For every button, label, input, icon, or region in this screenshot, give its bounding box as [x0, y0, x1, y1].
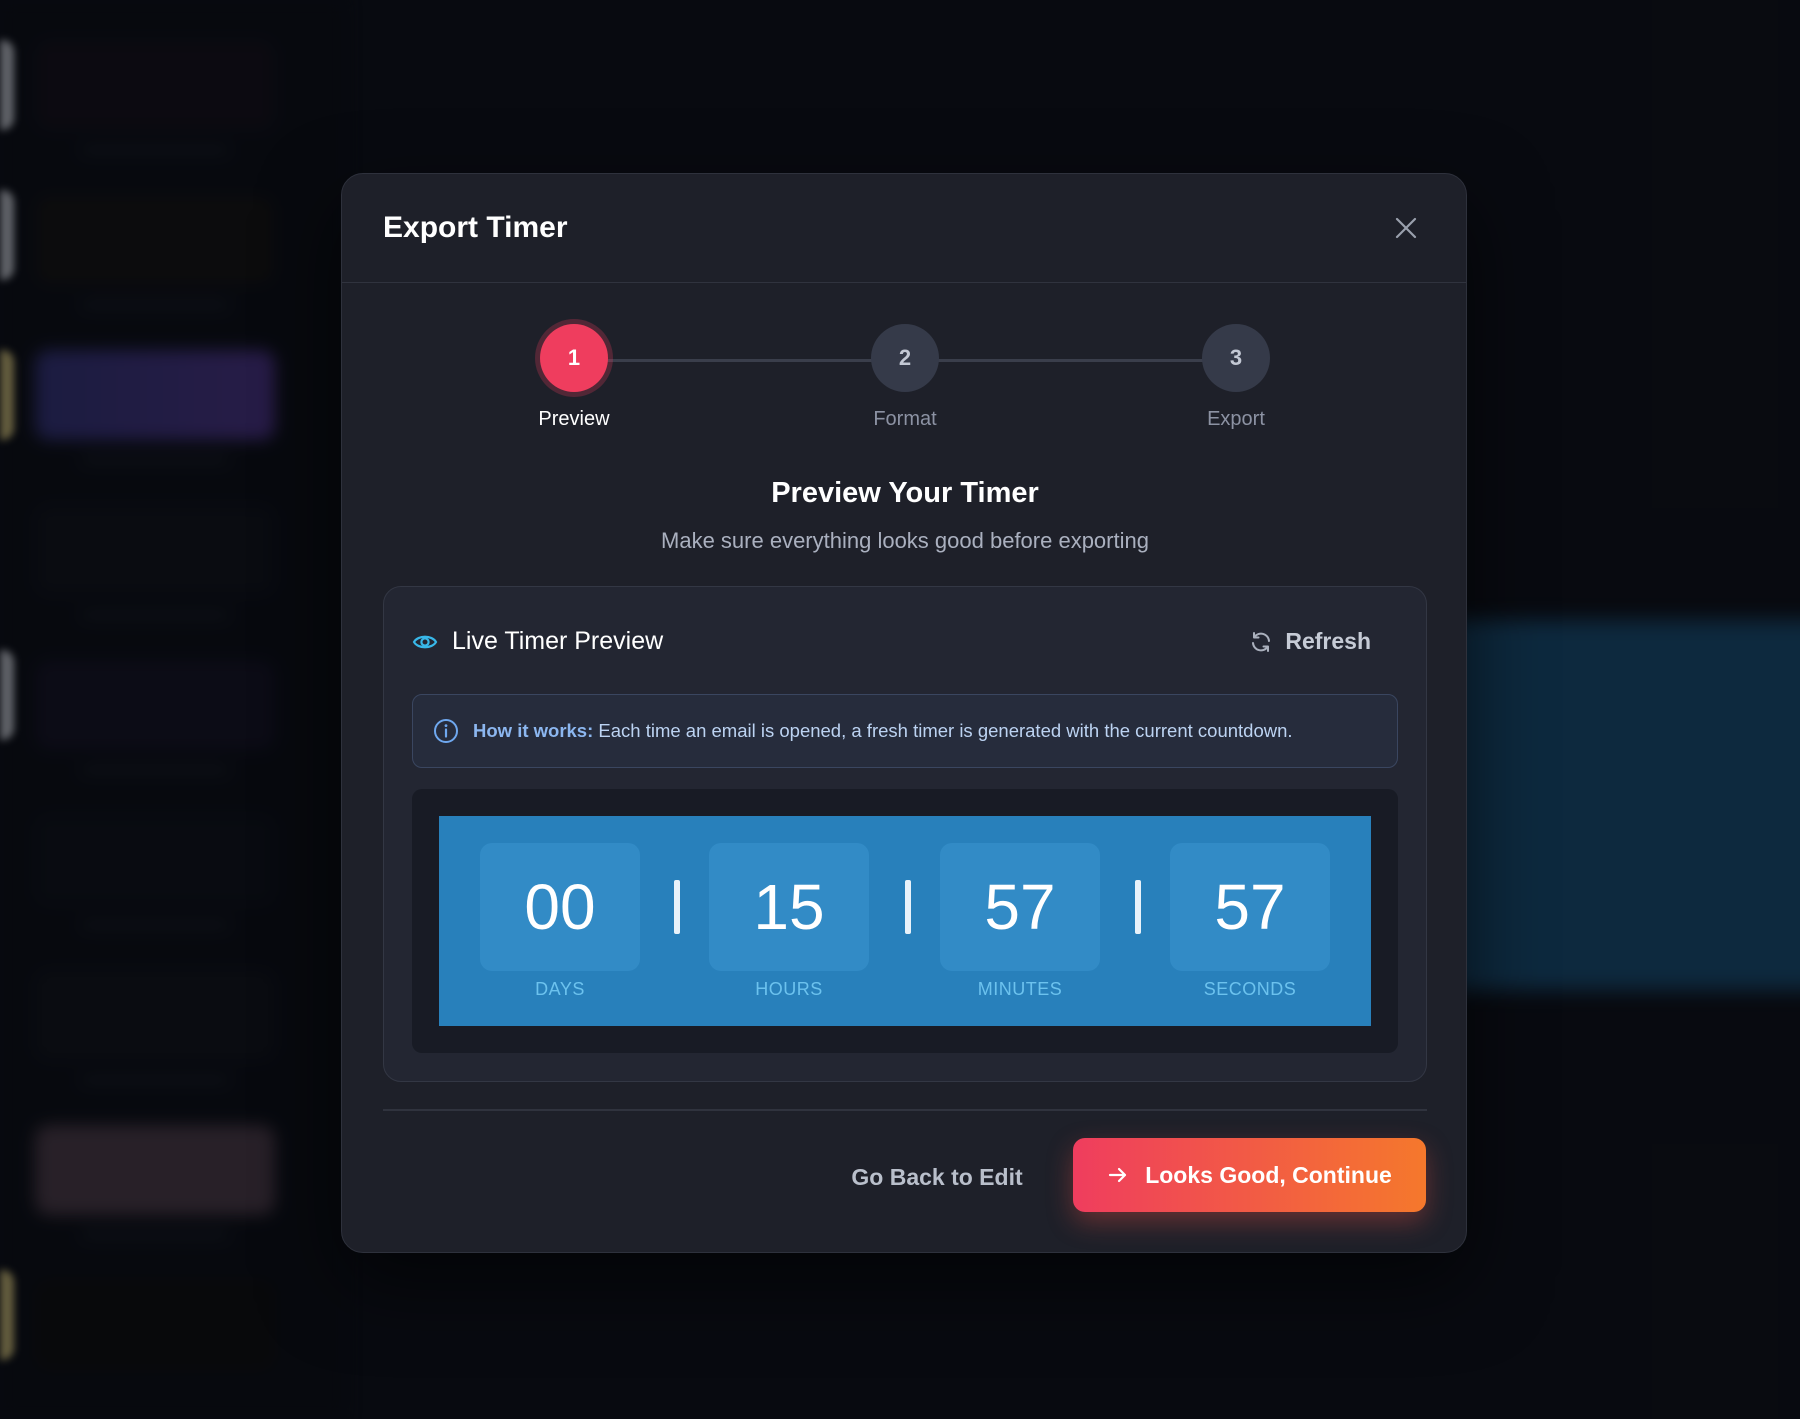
- timer-separator: [674, 880, 680, 934]
- arrow-right-icon: [1109, 1167, 1127, 1183]
- preview-header: Live Timer Preview Refresh: [412, 627, 1371, 656]
- modal-title: Export Timer: [383, 211, 568, 244]
- timer-value-minutes: 57: [940, 843, 1100, 971]
- timer-value-seconds: 57: [1170, 843, 1330, 971]
- section-subtitle: Make sure everything looks good before e…: [661, 528, 1149, 553]
- step-preview: 1 Preview: [494, 324, 654, 431]
- step-export: 3 Export: [1156, 324, 1316, 431]
- info-body: Each time an email is opened, a fresh ti…: [593, 720, 1293, 741]
- refresh-button[interactable]: Refresh: [1249, 628, 1371, 655]
- timer-label-hours: HOURS: [755, 979, 823, 999]
- timer-label-minutes: MINUTES: [977, 979, 1063, 999]
- step-number: 1: [540, 324, 608, 392]
- preview-title: Live Timer Preview: [452, 627, 664, 655]
- step-label: Preview: [538, 408, 610, 430]
- timer-label-seconds: SECONDS: [1203, 979, 1297, 999]
- timer-unit-hours: 15 HOURS: [709, 843, 869, 1000]
- close-icon: [1395, 217, 1417, 239]
- refresh-label: Refresh: [1285, 628, 1371, 654]
- go-back-button[interactable]: Go Back to Edit: [837, 1142, 1037, 1212]
- step-label: Format: [873, 408, 937, 430]
- timer-value-hours: 15: [709, 843, 869, 971]
- export-timer-modal: Export Timer 1 Preview 2 Format 3 Export…: [341, 173, 1467, 1253]
- stepper: 1 Preview 2 Format 3 Export: [342, 324, 1468, 444]
- info-label: How it works:: [473, 720, 594, 741]
- info-message: How it works: Each time an email is open…: [473, 720, 1293, 742]
- section-title: Preview Your Timer: [771, 477, 1039, 509]
- timer-unit-minutes: 57 MINUTES: [940, 843, 1100, 1000]
- live-preview-card: Live Timer Preview Refresh How it works:…: [383, 586, 1427, 1082]
- modal-header: Export Timer: [342, 174, 1466, 283]
- timer-unit-days: 00 DAYS: [480, 843, 640, 1000]
- timer-frame: 00 DAYS 15 HOURS 57 MINUTES 57 SECONDS: [412, 789, 1398, 1053]
- timer-value-days: 00: [480, 843, 640, 971]
- step-format: 2 Format: [825, 324, 985, 431]
- step-number: 3: [1202, 324, 1270, 392]
- close-button[interactable]: [1386, 208, 1426, 248]
- timer-unit-seconds: 57 SECONDS: [1170, 843, 1330, 1000]
- timer-separator: [905, 880, 911, 934]
- timer-separator: [1135, 880, 1141, 934]
- footer-divider: [383, 1109, 1427, 1111]
- step-number: 2: [871, 324, 939, 392]
- timer-label-days: DAYS: [535, 979, 585, 999]
- countdown-timer: 00 DAYS 15 HOURS 57 MINUTES 57 SECONDS: [439, 816, 1371, 1026]
- step-label: Export: [1207, 408, 1265, 430]
- continue-button[interactable]: Looks Good, Continue: [1073, 1138, 1426, 1212]
- info-banner: How it works: Each time an email is open…: [412, 694, 1398, 768]
- preview-title-group: Live Timer Preview: [412, 627, 663, 656]
- info-icon: [434, 719, 458, 743]
- refresh-icon: [1252, 631, 1271, 652]
- continue-label: Looks Good, Continue: [1145, 1161, 1392, 1188]
- eye-icon: [412, 635, 438, 648]
